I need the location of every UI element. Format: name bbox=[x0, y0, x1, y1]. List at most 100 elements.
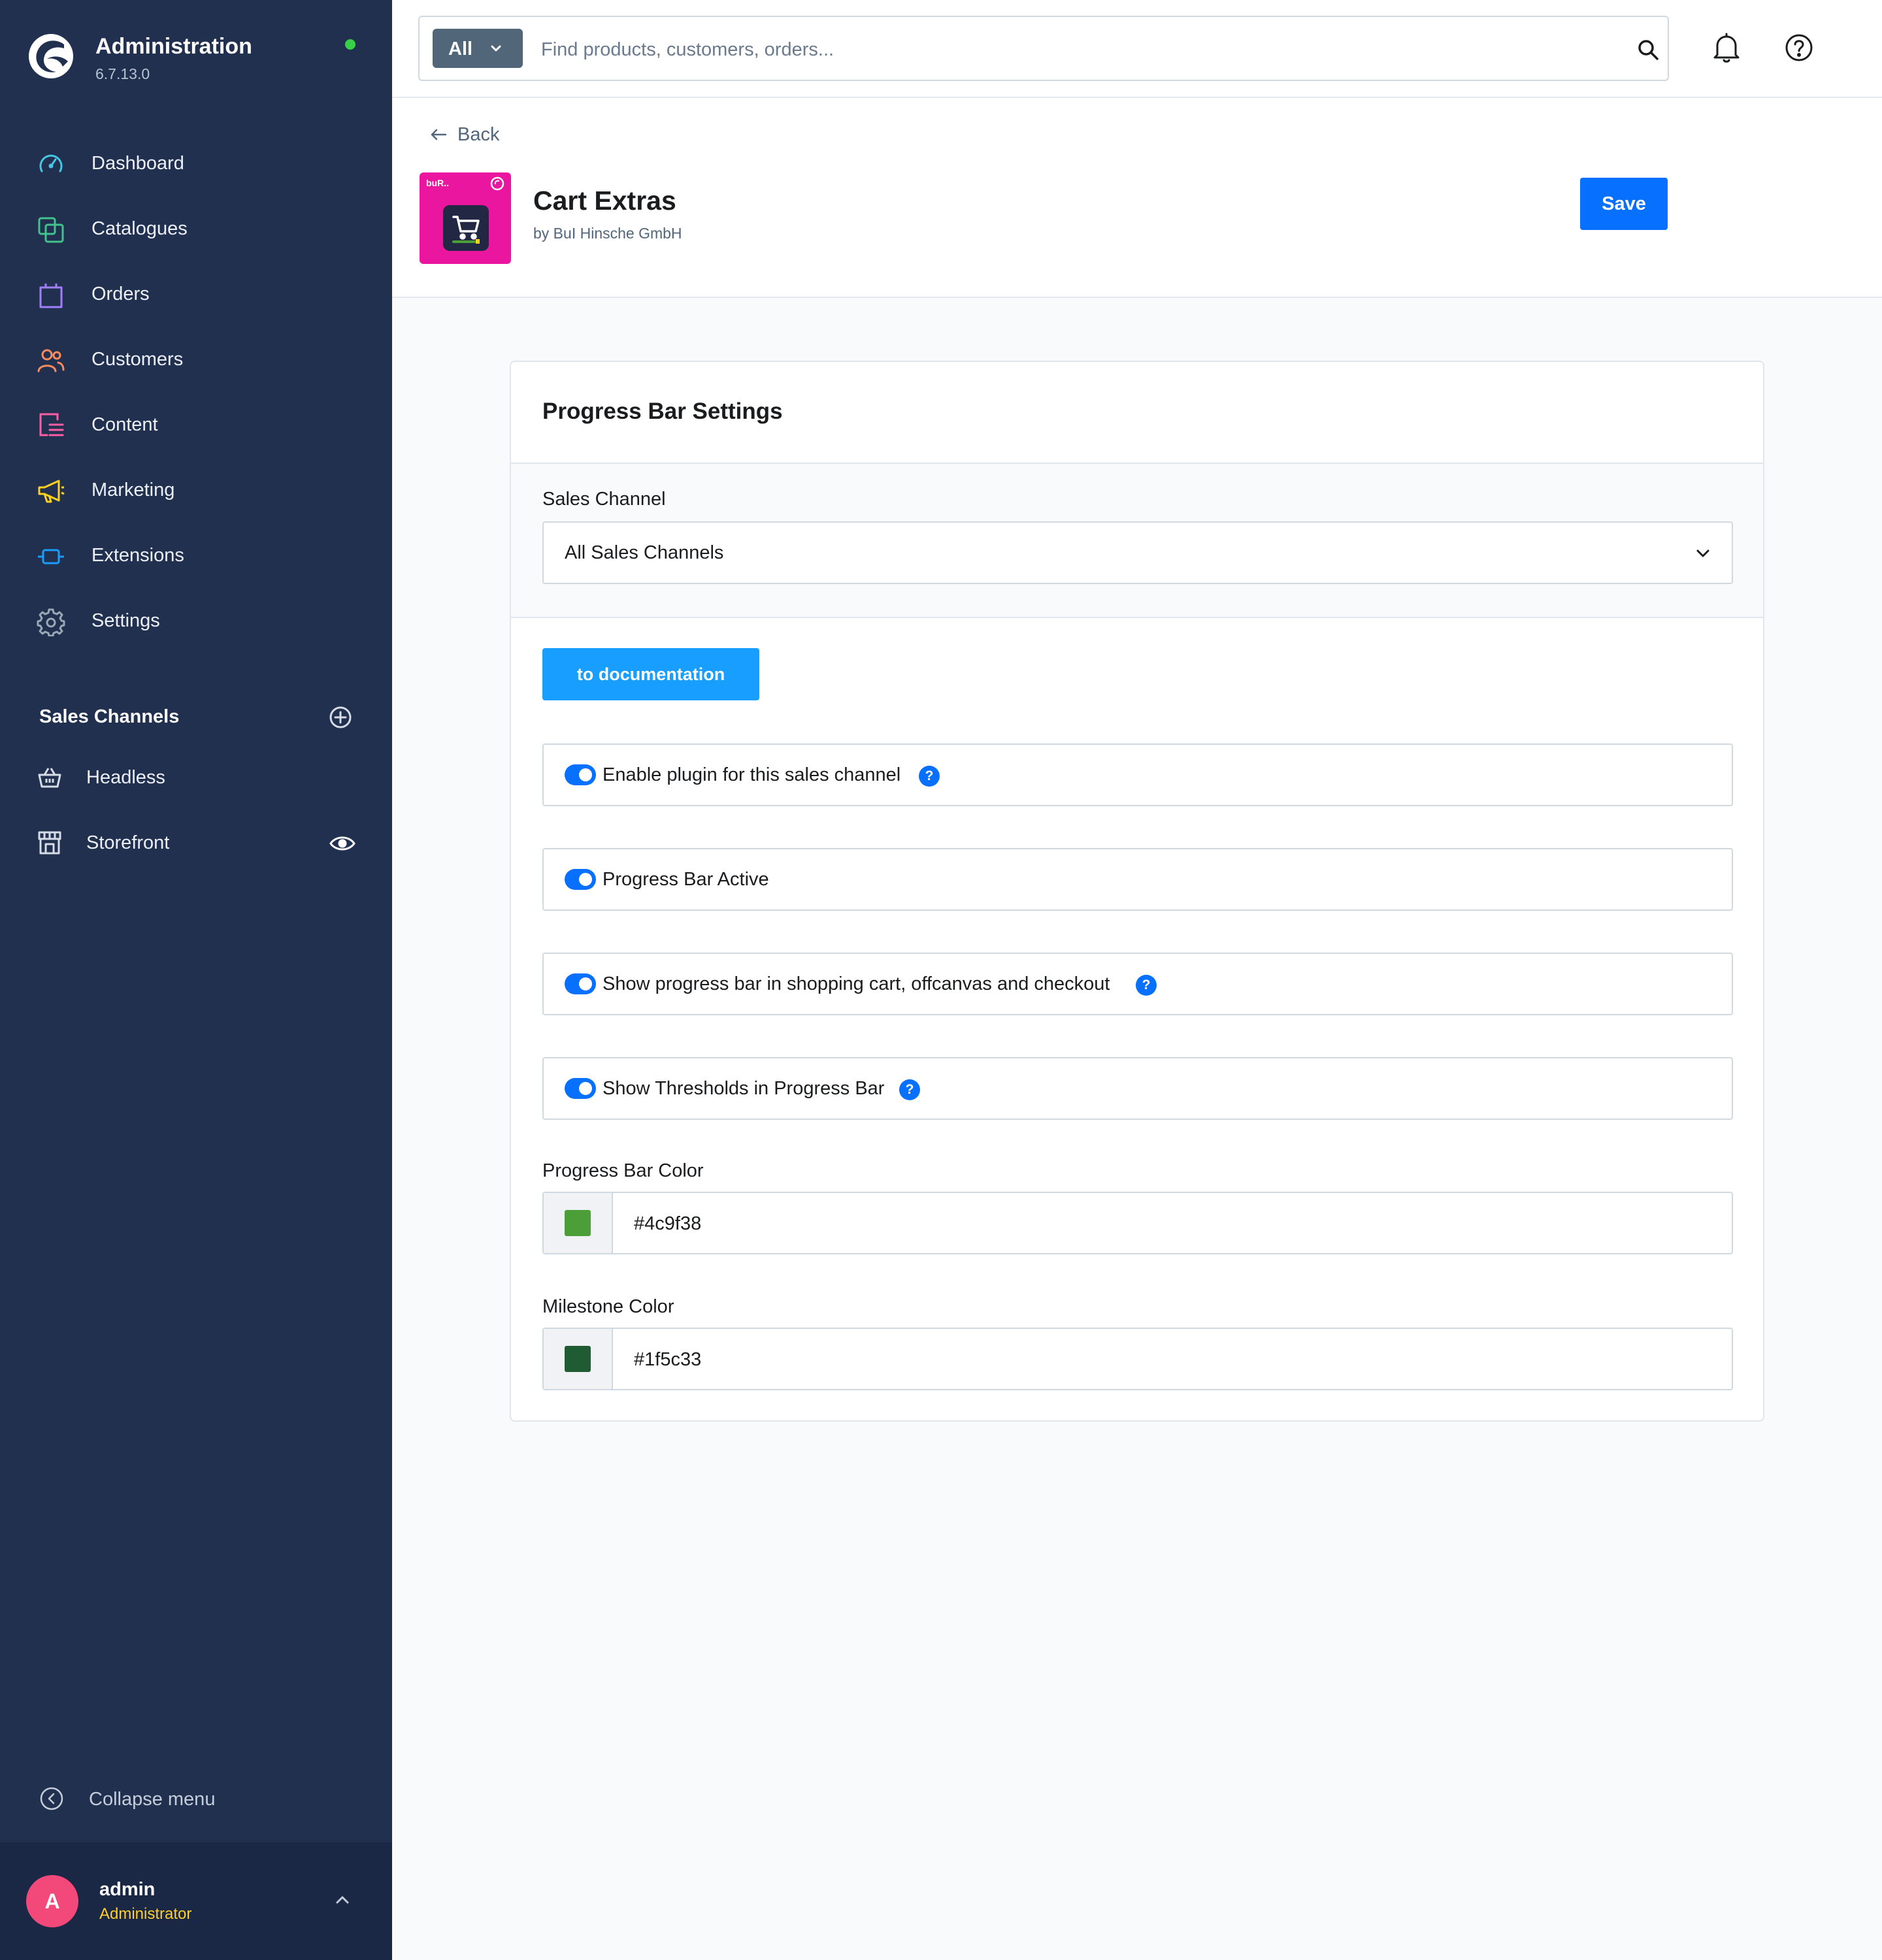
basket-icon bbox=[38, 768, 61, 788]
switch-row-enable-plugin: Enable plugin for this sales channel ? bbox=[542, 743, 1733, 806]
nav-label: Extensions bbox=[91, 544, 184, 566]
search-input[interactable] bbox=[541, 31, 1587, 68]
documentation-button[interactable]: to documentation bbox=[542, 648, 759, 700]
sales-channel-headless[interactable]: Headless bbox=[0, 745, 392, 810]
content-icon bbox=[39, 413, 64, 436]
chevron-left-circle-icon bbox=[40, 1787, 63, 1810]
global-search: All bbox=[418, 16, 1669, 81]
switch-label: Enable plugin for this sales channel bbox=[603, 764, 901, 785]
card-title: Progress Bar Settings bbox=[542, 399, 783, 424]
sales-channels-header: Sales Channels bbox=[39, 702, 353, 732]
search-icon[interactable] bbox=[1636, 38, 1660, 61]
switch-label: Show progress bar in shopping cart, offc… bbox=[603, 973, 1110, 994]
progress-bar-color-input[interactable] bbox=[634, 1206, 1679, 1241]
topbar: All bbox=[392, 0, 1882, 98]
switch-row-progress-bar-active: Progress Bar Active bbox=[542, 848, 1733, 911]
add-sales-channel-icon[interactable] bbox=[328, 705, 353, 730]
switch-row-show-thresholds: Show Thresholds in Progress Bar ? bbox=[542, 1057, 1733, 1120]
color-swatch bbox=[565, 1346, 591, 1372]
notifications-bell-icon[interactable] bbox=[1711, 31, 1742, 64]
toggle-knob bbox=[579, 768, 592, 781]
shopware-logo-icon bbox=[29, 34, 73, 78]
sales-channel-label: Sales Channel bbox=[542, 489, 666, 510]
collapse-menu-button[interactable]: Collapse menu bbox=[39, 1784, 301, 1812]
chevron-down-icon bbox=[491, 45, 501, 52]
sales-channel-storefront[interactable]: Storefront bbox=[0, 810, 392, 875]
storefront-icon bbox=[38, 831, 61, 855]
help-icon[interactable]: ? bbox=[1136, 975, 1157, 996]
toggle-knob bbox=[579, 977, 592, 990]
nav-label: Dashboard bbox=[91, 152, 184, 174]
sales-channels-title: Sales Channels bbox=[39, 706, 180, 727]
nav-item-content[interactable]: Content bbox=[0, 392, 392, 457]
app-title: Administration bbox=[95, 34, 252, 59]
sidebar: Administration 6.7.13.0 Dashboard Catalo… bbox=[0, 0, 392, 1960]
marketing-icon bbox=[38, 480, 65, 503]
enable-plugin-toggle[interactable] bbox=[565, 764, 596, 785]
nav-item-dashboard[interactable]: Dashboard bbox=[0, 131, 392, 196]
progress-bar-color-field bbox=[542, 1192, 1733, 1254]
toggle-knob bbox=[579, 873, 592, 886]
milestone-color-label: Milestone Color bbox=[542, 1296, 674, 1317]
show-progress-bar-toggle[interactable] bbox=[565, 973, 596, 994]
chevron-up-icon[interactable] bbox=[333, 1893, 352, 1906]
nav-item-orders[interactable]: Orders bbox=[0, 261, 392, 327]
plugin-icon: buR.. bbox=[420, 172, 511, 264]
progress-bar-settings-card: Progress Bar Settings Sales Channel All … bbox=[510, 361, 1764, 1422]
nav-label: Orders bbox=[91, 283, 150, 304]
nav-label: Marketing bbox=[91, 479, 175, 500]
color-picker-trigger[interactable] bbox=[544, 1193, 613, 1253]
chevron-down-icon bbox=[1696, 549, 1709, 557]
help-icon[interactable] bbox=[1784, 33, 1814, 63]
search-type-label: All bbox=[448, 39, 473, 59]
save-button[interactable]: Save bbox=[1580, 178, 1668, 230]
color-swatch bbox=[565, 1210, 591, 1236]
main-nav: Dashboard Catalogues Orders Customers Co… bbox=[0, 131, 392, 653]
sales-channel-value: All Sales Channels bbox=[565, 542, 724, 563]
arrow-left-icon bbox=[431, 129, 447, 140]
sales-channel-label: Headless bbox=[86, 767, 165, 788]
app-version: 6.7.13.0 bbox=[95, 65, 150, 82]
settings-icon bbox=[37, 608, 65, 636]
plugin-icon-text: buR.. bbox=[426, 178, 449, 188]
nav-item-extensions[interactable]: Extensions bbox=[0, 523, 392, 588]
sales-channel-select[interactable]: All Sales Channels bbox=[542, 521, 1733, 584]
plugin-title: Cart Extras bbox=[533, 186, 676, 216]
brand: Administration 6.7.13.0 bbox=[27, 29, 367, 94]
plugin-icon-box bbox=[443, 205, 489, 251]
customers-icon bbox=[37, 349, 65, 372]
search-type-dropdown[interactable]: All bbox=[433, 29, 523, 68]
online-status-dot bbox=[345, 39, 355, 50]
eye-icon[interactable] bbox=[329, 834, 355, 853]
extensions-icon bbox=[38, 549, 64, 564]
plugin-vendor: by BuI Hinsche GmbH bbox=[533, 225, 682, 242]
dashboard-icon bbox=[39, 154, 63, 172]
page-header: Back buR.. Cart Extras by BuI Hinsche Gm… bbox=[392, 98, 1882, 298]
user-panel[interactable]: A admin Administrator bbox=[0, 1842, 392, 1960]
nav-label: Settings bbox=[91, 610, 160, 631]
avatar: A bbox=[26, 1875, 78, 1927]
switch-label: Show Thresholds in Progress Bar bbox=[603, 1078, 885, 1099]
user-name: admin bbox=[99, 1879, 156, 1900]
shopping-cart-icon bbox=[452, 216, 480, 244]
shopware-mark-icon bbox=[490, 176, 504, 191]
nav-item-catalogues[interactable]: Catalogues bbox=[0, 196, 392, 261]
milestone-color-field bbox=[542, 1328, 1733, 1390]
help-icon[interactable]: ? bbox=[899, 1079, 920, 1100]
sales-channel-section: Sales Channel All Sales Channels bbox=[511, 464, 1763, 618]
help-icon[interactable]: ? bbox=[919, 766, 940, 787]
toggle-knob bbox=[579, 1082, 592, 1095]
show-thresholds-toggle[interactable] bbox=[565, 1078, 596, 1099]
nav-item-settings[interactable]: Settings bbox=[0, 588, 392, 653]
collapse-menu-label: Collapse menu bbox=[89, 1789, 216, 1810]
nav-item-customers[interactable]: Customers bbox=[0, 327, 392, 392]
switch-label: Progress Bar Active bbox=[603, 869, 769, 890]
milestone-color-input[interactable] bbox=[634, 1342, 1679, 1377]
switch-row-show-progress-bar: Show progress bar in shopping cart, offc… bbox=[542, 953, 1733, 1015]
orders-icon bbox=[39, 284, 63, 308]
color-picker-trigger[interactable] bbox=[544, 1329, 613, 1389]
sales-channel-label: Storefront bbox=[86, 832, 170, 853]
progress-bar-active-toggle[interactable] bbox=[565, 869, 596, 890]
nav-item-marketing[interactable]: Marketing bbox=[0, 457, 392, 523]
nav-label: Customers bbox=[91, 348, 184, 370]
